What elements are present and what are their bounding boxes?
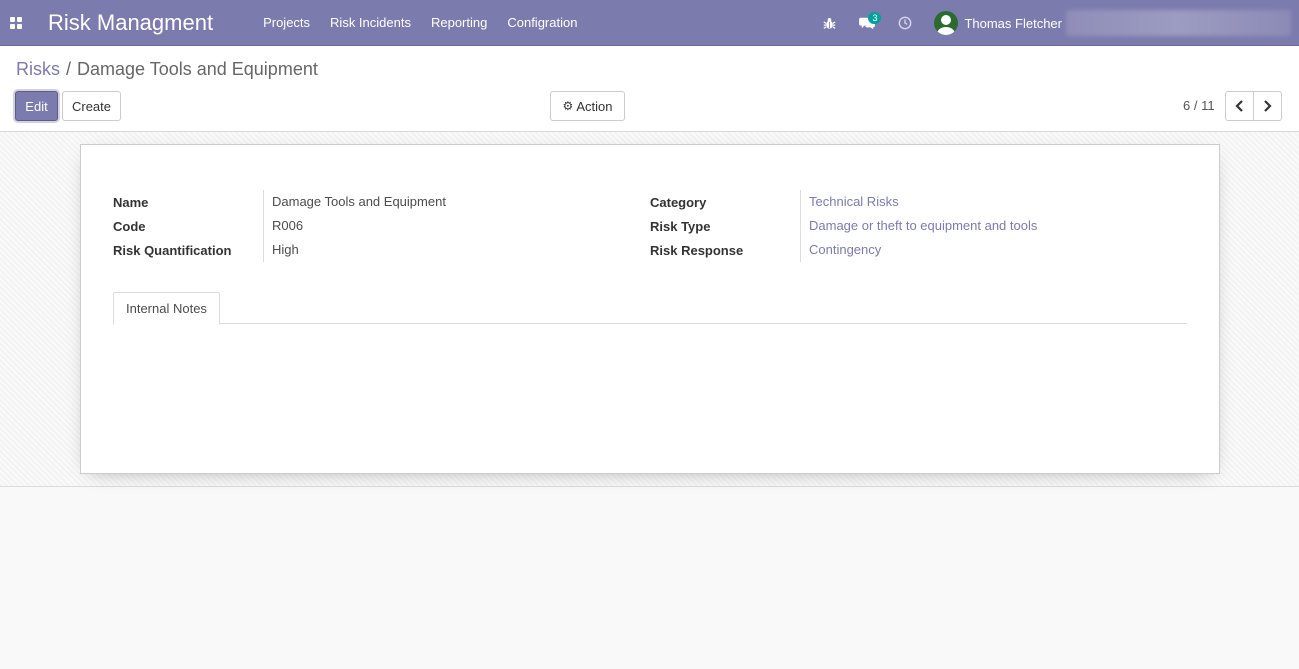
apps-menu-icon[interactable]: [0, 0, 32, 46]
field-label: Code: [113, 218, 146, 234]
field-label: Category: [650, 194, 707, 210]
user-name: Thomas Fletcher: [964, 15, 1062, 31]
navbar-systray: 3 Thomas Fletcher: [816, 0, 1299, 46]
field-value: Damage Tools and Equipment: [263, 190, 446, 214]
field-label: Name: [113, 194, 149, 210]
blurred-database-name: [1066, 10, 1291, 36]
risk-type-link[interactable]: Damage or theft to equipment and tools: [800, 214, 1037, 238]
risk-response-link[interactable]: Contingency: [800, 238, 881, 262]
messages-count-badge: 3: [868, 12, 882, 24]
form-sheet: Name Damage Tools and Equipment Code R00…: [80, 144, 1220, 474]
top-navbar: Risk Managment Projects Risk Incidents R…: [0, 0, 1299, 46]
field-name: Name Damage Tools and Equipment: [113, 190, 446, 214]
field-risk-response: Risk Response Contingency: [650, 238, 1037, 262]
chevron-left-icon: [1235, 100, 1243, 112]
field-value: High: [263, 238, 299, 262]
chevron-right-icon: [1264, 100, 1272, 112]
pager-value[interactable]: 6 / 11: [1183, 98, 1215, 113]
user-avatar: [934, 11, 959, 35]
field-code: Code R006: [113, 214, 446, 238]
edit-button[interactable]: Edit: [15, 91, 58, 121]
field-risk-quantification: Risk Quantification High: [113, 238, 446, 262]
control-panel: Risks / Damage Tools and Equipment Edit Cr…: [0, 46, 1299, 132]
action-button-label: Action: [576, 98, 613, 114]
debug-bug-icon[interactable]: [816, 0, 842, 46]
gear-icon: ⚙: [562, 99, 574, 113]
main-menu: Projects Risk Incidents Reporting Config…: [253, 0, 587, 46]
field-category: Category Technical Risks: [650, 190, 1037, 214]
menu-item-risk-incidents[interactable]: Risk Incidents: [320, 0, 421, 46]
breadcrumb-risks-link[interactable]: Risks: [16, 59, 60, 79]
menu-item-configration[interactable]: Configration: [497, 0, 587, 46]
create-button[interactable]: Create: [62, 91, 121, 121]
menu-item-reporting[interactable]: Reporting: [421, 0, 497, 46]
action-button[interactable]: ⚙ Action: [550, 91, 625, 121]
field-risk-type: Risk Type Damage or theft to equipment a…: [650, 214, 1037, 238]
breadcrumb-current: Damage Tools and Equipment: [77, 59, 318, 79]
field-label: Risk Type: [650, 218, 711, 234]
field-label: Risk Response: [650, 242, 744, 258]
notebook-tabs: Internal Notes: [113, 292, 1187, 325]
activity-clock-icon[interactable]: [892, 0, 918, 46]
form-group-right: Category Technical Risks Risk Type Damag…: [650, 190, 1037, 262]
category-link[interactable]: Technical Risks: [800, 190, 899, 214]
pager-previous-button[interactable]: [1225, 91, 1254, 121]
pager-next-button[interactable]: [1253, 91, 1282, 121]
field-label: Risk Quantification: [113, 242, 232, 258]
menu-item-projects[interactable]: Projects: [253, 0, 320, 46]
messages-icon[interactable]: 3: [854, 0, 882, 46]
breadcrumb: Risks / Damage Tools and Equipment: [16, 59, 318, 80]
user-menu[interactable]: Thomas Fletcher: [934, 11, 1062, 35]
tab-internal-notes[interactable]: Internal Notes: [113, 292, 220, 325]
field-value: R006: [263, 214, 303, 238]
app-brand[interactable]: Risk Managment: [48, 10, 213, 36]
form-group-left: Name Damage Tools and Equipment Code R00…: [113, 190, 446, 262]
breadcrumb-separator: /: [66, 59, 72, 79]
